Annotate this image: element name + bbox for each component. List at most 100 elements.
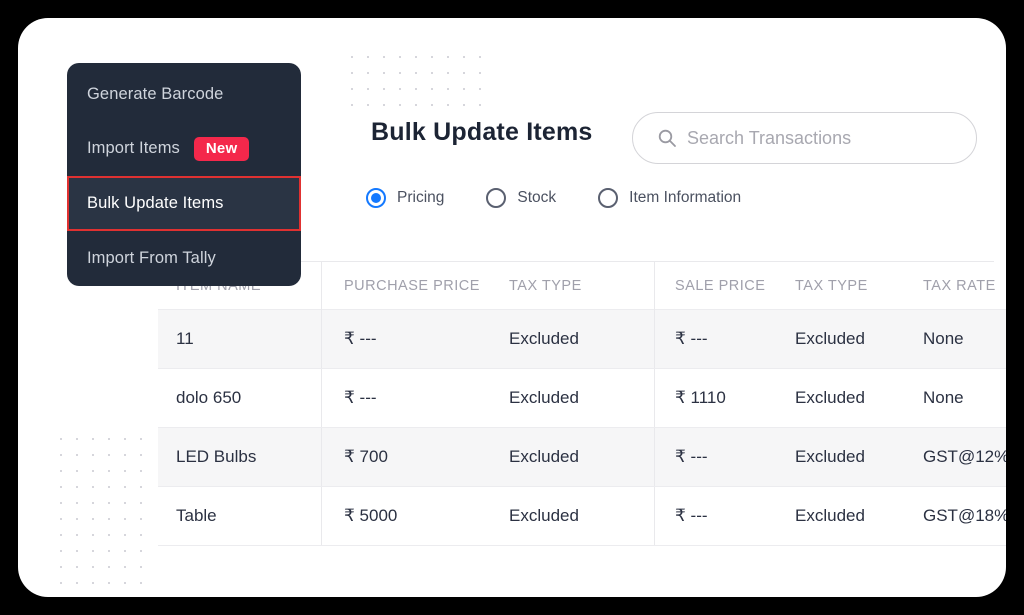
cell-purchase-price: ₹ 5000 bbox=[321, 486, 509, 546]
decoration-dot bbox=[92, 566, 94, 568]
menu-item-label: Import Items bbox=[87, 139, 180, 157]
cell-tax-rate: GST@12% bbox=[923, 427, 1006, 487]
decoration-dot bbox=[383, 72, 385, 74]
decoration-dot bbox=[92, 486, 94, 488]
menu-item-generate-barcode[interactable]: Generate Barcode bbox=[67, 63, 301, 121]
decoration-dot bbox=[431, 104, 433, 106]
column-header-sale-tax-type: TAX TYPE bbox=[795, 262, 923, 310]
decoration-dot bbox=[108, 454, 110, 456]
decoration-dot bbox=[92, 550, 94, 552]
decoration-dot bbox=[60, 518, 62, 520]
decoration-dot bbox=[76, 454, 78, 456]
column-header-purchase-price: PURCHASE PRICE bbox=[321, 262, 509, 310]
table-row[interactable]: 11 ₹ --- Excluded ₹ --- Excluded None bbox=[158, 309, 1006, 369]
dot-grid-bottom-decoration bbox=[60, 438, 160, 584]
decoration-dot bbox=[60, 454, 62, 456]
decoration-dot bbox=[383, 88, 385, 90]
decoration-dot bbox=[351, 104, 353, 106]
decoration-dot bbox=[92, 534, 94, 536]
decoration-dot bbox=[140, 438, 142, 440]
decoration-dot bbox=[60, 486, 62, 488]
decoration-dot bbox=[463, 56, 465, 58]
decoration-dot bbox=[140, 518, 142, 520]
decoration-dot bbox=[92, 438, 94, 440]
decoration-dot bbox=[140, 534, 142, 536]
decoration-dot bbox=[140, 486, 142, 488]
search-input[interactable] bbox=[685, 126, 954, 150]
cell-purchase-tax-type: Excluded bbox=[509, 309, 655, 369]
table-row[interactable]: Table ₹ 5000 Excluded ₹ --- Excluded GST@18% bbox=[158, 486, 1006, 546]
decoration-dot bbox=[124, 486, 126, 488]
decoration-dot bbox=[108, 502, 110, 504]
decoration-dot bbox=[351, 72, 353, 74]
decoration-dot bbox=[140, 550, 142, 552]
cell-tax-rate: None bbox=[923, 368, 1006, 428]
cell-sale-price: ₹ --- bbox=[654, 309, 795, 369]
radio-option-label: Item Information bbox=[629, 189, 742, 206]
cell-sale-tax-type: Excluded bbox=[795, 309, 923, 369]
radio-option-stock[interactable]: Stock bbox=[486, 188, 556, 208]
search-icon bbox=[657, 128, 677, 148]
cell-tax-rate: GST@18% bbox=[923, 486, 1006, 546]
decoration-dot bbox=[351, 56, 353, 58]
decoration-dot bbox=[431, 88, 433, 90]
decoration-dot bbox=[108, 486, 110, 488]
table-row[interactable]: LED Bulbs ₹ 700 Excluded ₹ --- Excluded GST@1… bbox=[158, 427, 1006, 487]
decoration-dot bbox=[140, 582, 142, 584]
decoration-dot bbox=[60, 582, 62, 584]
decoration-dot bbox=[92, 518, 94, 520]
decoration-dot bbox=[108, 534, 110, 536]
bulk-update-table: ITEM NAME* PURCHASE PRICE TAX TYPE SALE … bbox=[158, 261, 1006, 546]
menu-item-import-from-tally[interactable]: Import From Tally bbox=[67, 231, 301, 286]
cell-tax-rate: None bbox=[923, 309, 1006, 369]
menu-item-label: Bulk Update Items bbox=[87, 194, 224, 212]
search-box[interactable] bbox=[632, 112, 977, 164]
cell-purchase-price: ₹ --- bbox=[321, 309, 509, 369]
decoration-dot bbox=[415, 56, 417, 58]
radio-option-item-information[interactable]: Item Information bbox=[598, 188, 741, 208]
decoration-dot bbox=[76, 470, 78, 472]
decoration-dot bbox=[447, 88, 449, 90]
menu-item-import-items[interactable]: Import Items New bbox=[67, 121, 301, 176]
decoration-dot bbox=[351, 88, 353, 90]
decoration-dot bbox=[415, 72, 417, 74]
decoration-dot bbox=[60, 470, 62, 472]
decoration-dot bbox=[399, 88, 401, 90]
decoration-dot bbox=[108, 518, 110, 520]
update-mode-radio-group[interactable]: Pricing Stock Item Information bbox=[366, 188, 741, 208]
decoration-dot bbox=[479, 72, 481, 74]
decoration-dot bbox=[60, 534, 62, 536]
decoration-dot bbox=[415, 104, 417, 106]
column-header-sale-price: SALE PRICE bbox=[654, 262, 795, 310]
decoration-dot bbox=[124, 534, 126, 536]
radio-circle-icon[interactable] bbox=[366, 188, 386, 208]
decoration-dot bbox=[463, 104, 465, 106]
decoration-dot bbox=[383, 56, 385, 58]
decoration-dot bbox=[92, 454, 94, 456]
radio-option-label: Pricing bbox=[397, 189, 445, 206]
decoration-dot bbox=[399, 72, 401, 74]
decoration-dot bbox=[76, 518, 78, 520]
radio-circle-icon[interactable] bbox=[598, 188, 619, 208]
menu-item-bulk-update-items[interactable]: Bulk Update Items bbox=[67, 176, 301, 231]
column-header-purchase-tax-type: TAX TYPE bbox=[509, 262, 655, 310]
radio-option-pricing[interactable]: Pricing bbox=[366, 188, 444, 208]
decoration-dot bbox=[447, 104, 449, 106]
radio-circle-icon[interactable] bbox=[486, 188, 507, 208]
decoration-dot bbox=[124, 550, 126, 552]
decoration-dot bbox=[76, 438, 78, 440]
table-row[interactable]: dolo 650 ₹ --- Excluded ₹ 1110 Excluded None bbox=[158, 368, 1006, 428]
decoration-dot bbox=[140, 566, 142, 568]
bulk-actions-menu[interactable]: Generate Barcode Import Items New Bulk Upda… bbox=[67, 63, 301, 286]
screenshot-root: ITEM NAME* PURCHASE PRICE TAX TYPE SALE … bbox=[0, 0, 1024, 615]
cell-purchase-tax-type: Excluded bbox=[509, 486, 655, 546]
radio-option-label: Stock bbox=[517, 189, 557, 206]
decoration-dot bbox=[60, 438, 62, 440]
cell-purchase-tax-type: Excluded bbox=[509, 368, 655, 428]
decoration-dot bbox=[108, 438, 110, 440]
decoration-dot bbox=[76, 534, 78, 536]
decoration-dot bbox=[60, 502, 62, 504]
cell-item-name: LED Bulbs bbox=[158, 427, 322, 487]
decoration-dot bbox=[124, 454, 126, 456]
decoration-dot bbox=[124, 470, 126, 472]
